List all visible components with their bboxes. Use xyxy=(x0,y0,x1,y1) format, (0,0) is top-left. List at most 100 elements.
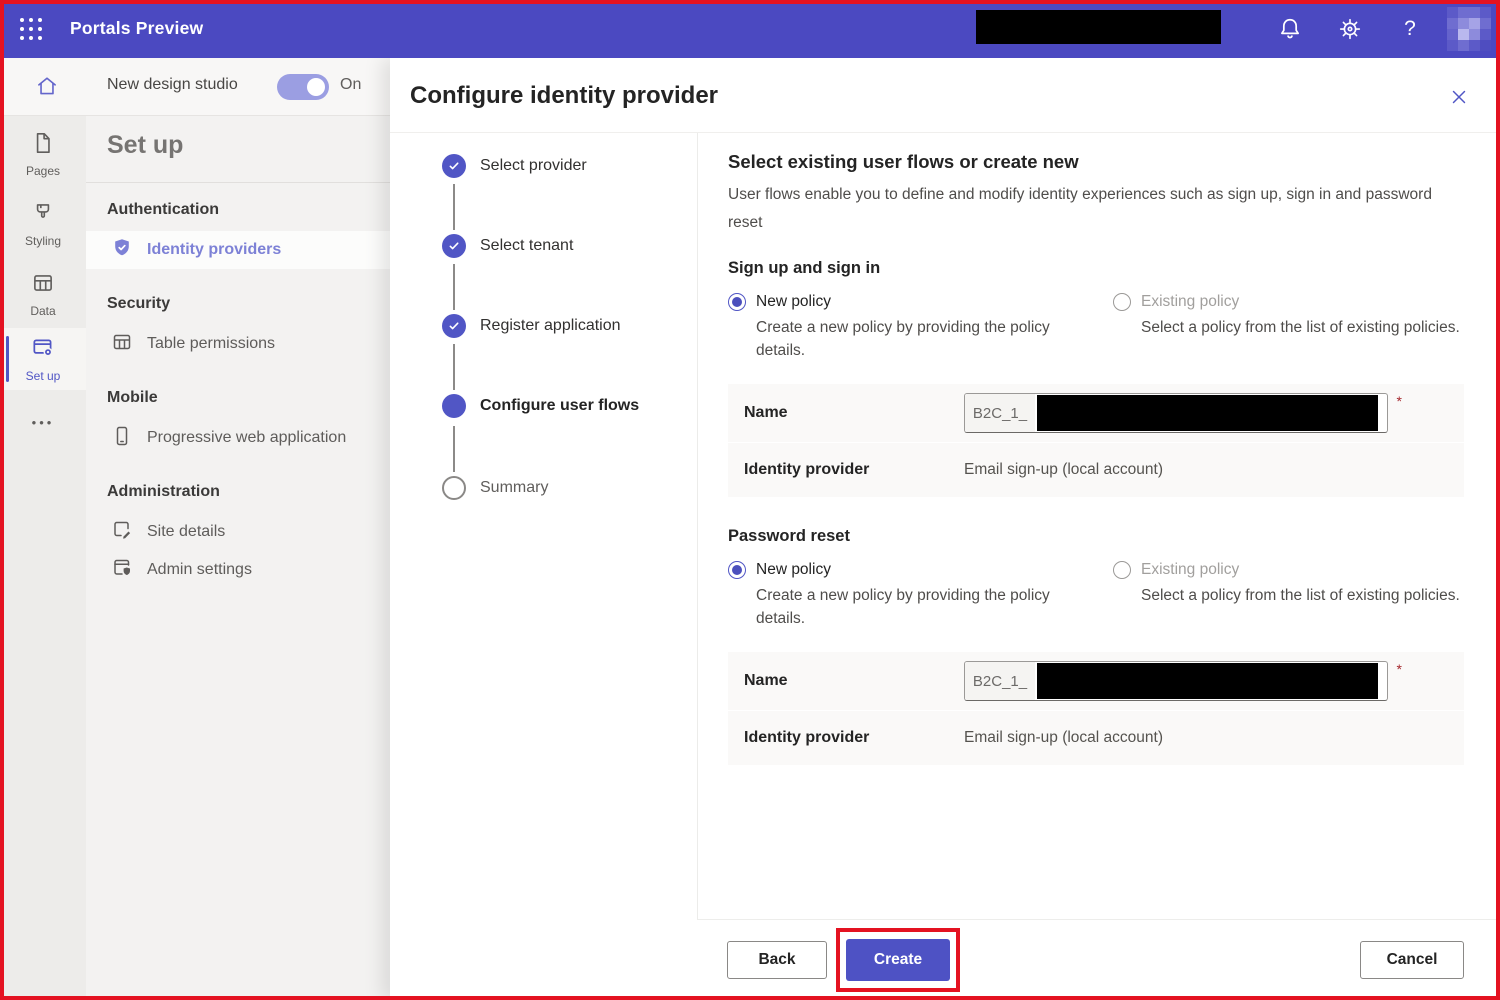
section-header-mobile: Mobile xyxy=(86,363,390,419)
radio-option-existing-policy: Existing policy Select a policy from the… xyxy=(1113,293,1464,362)
radio-description: Select a policy from the list of existin… xyxy=(1141,584,1464,607)
close-icon[interactable] xyxy=(1448,86,1470,108)
waffle-menu-icon[interactable] xyxy=(16,14,46,44)
back-button[interactable]: Back xyxy=(727,941,827,979)
notifications-bell-icon[interactable] xyxy=(1275,14,1305,44)
step-upcoming-circle xyxy=(442,476,466,500)
left-rail: Pages Styling Data xyxy=(0,115,86,1000)
step-label: Select tenant xyxy=(480,237,573,255)
dialog-title: Configure identity provider xyxy=(410,82,718,110)
redacted-policy-name xyxy=(1037,663,1378,699)
required-asterisk: * xyxy=(1397,661,1402,677)
group-title-sign-up-sign-in: Sign up and sign in xyxy=(728,259,1464,278)
radio-existing-policy[interactable] xyxy=(1113,561,1131,579)
section-header-security: Security xyxy=(86,269,390,325)
step-connector xyxy=(453,426,455,472)
setup-sidebar: Set up Authentication Identity providers… xyxy=(86,115,390,1000)
sidebar-item-label: Progressive web application xyxy=(147,429,346,447)
sidebar-item-progressive-web-application[interactable]: Progressive web application xyxy=(86,419,390,457)
step-label: Configure user flows xyxy=(480,397,639,415)
radio-option-existing-policy: Existing policy Select a policy from the… xyxy=(1113,561,1464,630)
paintbrush-icon xyxy=(30,200,56,231)
required-asterisk: * xyxy=(1397,393,1402,409)
toggle-state-label: On xyxy=(340,76,361,94)
sidebar-item-site-details[interactable]: Site details xyxy=(86,513,390,551)
page-shield-icon xyxy=(110,556,134,585)
policy-name-input[interactable]: B2C_1_ * xyxy=(964,393,1388,433)
app-window: Portals Preview ? xyxy=(0,0,1500,1000)
redacted-environment-box xyxy=(976,10,1221,44)
rail-more-icon[interactable]: ••• xyxy=(0,415,86,430)
radio-new-policy[interactable] xyxy=(728,293,746,311)
annotation-highlight-box: Create xyxy=(836,928,960,992)
dialog-header: Configure identity provider xyxy=(390,58,1500,133)
identity-provider-label: Identity provider xyxy=(744,729,964,747)
radio-description: Create a new policy by providing the pol… xyxy=(756,584,1096,630)
wizard-stepper: Select provider Select tenant Register a… xyxy=(390,133,698,1000)
radio-option-new-policy: New policy Create a new policy by provid… xyxy=(728,293,1113,362)
identity-provider-label: Identity provider xyxy=(744,461,964,479)
browser-gear-icon xyxy=(30,335,56,366)
name-field-label: Name xyxy=(744,404,964,422)
app-title: Portals Preview xyxy=(70,18,203,39)
rail-item-styling[interactable]: Styling xyxy=(0,193,86,255)
sidebar-item-identity-providers[interactable]: Identity providers xyxy=(86,231,390,269)
step-connector xyxy=(453,344,455,390)
step-summary: Summary xyxy=(442,476,548,500)
dialog-content: Select existing user flows or create new… xyxy=(698,133,1500,920)
rail-item-data[interactable]: Data xyxy=(0,263,86,325)
radio-new-policy[interactable] xyxy=(728,561,746,579)
step-label: Summary xyxy=(480,479,548,497)
sidebar-item-table-permissions[interactable]: Table permissions xyxy=(86,325,390,363)
cancel-button[interactable]: Cancel xyxy=(1360,941,1464,979)
content-description: User flows enable you to define and modi… xyxy=(728,181,1464,237)
step-connector xyxy=(453,264,455,310)
step-label: Register application xyxy=(480,317,621,335)
new-design-studio-label: New design studio xyxy=(107,76,238,94)
sidebar-item-label: Site details xyxy=(147,523,225,541)
rail-item-pages[interactable]: Pages xyxy=(0,123,86,185)
dialog-footer: Back Create Cancel xyxy=(697,919,1500,1000)
home-icon[interactable] xyxy=(31,70,63,102)
create-button[interactable]: Create xyxy=(846,939,950,981)
step-current-dot xyxy=(442,394,466,418)
policy-name-input[interactable]: B2C_1_ * xyxy=(964,661,1388,701)
rail-item-label: Data xyxy=(30,304,55,318)
rail-item-setup[interactable]: Set up xyxy=(0,328,86,390)
radio-existing-policy[interactable] xyxy=(1113,293,1131,311)
redacted-policy-name xyxy=(1037,395,1378,431)
name-prefix: B2C_1_ xyxy=(965,394,1035,432)
content-heading: Select existing user flows or create new xyxy=(728,151,1464,173)
identity-provider-value: Email sign-up (local account) xyxy=(964,729,1448,747)
top-app-bar: Portals Preview ? xyxy=(0,0,1500,58)
step-select-provider: Select provider xyxy=(442,154,587,178)
avatar[interactable] xyxy=(1447,7,1491,51)
phone-icon xyxy=(110,424,134,453)
help-icon[interactable]: ? xyxy=(1395,14,1425,44)
radio-label: New policy xyxy=(756,561,831,579)
design-studio-toggle[interactable] xyxy=(277,74,329,100)
radio-label: Existing policy xyxy=(1141,293,1239,311)
signup-policy-panel: Name B2C_1_ * Identity provider Email si… xyxy=(728,384,1464,497)
step-complete-check-icon xyxy=(442,234,466,258)
identity-provider-value: Email sign-up (local account) xyxy=(964,461,1448,479)
password-reset-policy-panel: Name B2C_1_ * Identity provider Email si… xyxy=(728,652,1464,765)
sidebar-item-label: Admin settings xyxy=(147,561,252,579)
step-select-tenant: Select tenant xyxy=(442,234,573,258)
step-connector xyxy=(453,184,455,230)
radio-description: Create a new policy by providing the pol… xyxy=(756,316,1096,362)
step-complete-check-icon xyxy=(442,314,466,338)
rail-item-label: Styling xyxy=(25,234,61,248)
rail-item-label: Pages xyxy=(26,164,60,178)
step-complete-check-icon xyxy=(442,154,466,178)
step-label: Select provider xyxy=(480,157,587,175)
settings-gear-icon[interactable] xyxy=(1335,14,1365,44)
section-header-authentication: Authentication xyxy=(86,183,390,231)
page-edit-icon xyxy=(110,518,134,547)
group-title-password-reset: Password reset xyxy=(728,527,1464,546)
sidebar-item-admin-settings[interactable]: Admin settings xyxy=(86,551,390,589)
step-register-application: Register application xyxy=(442,314,621,338)
sidebar-item-label: Identity providers xyxy=(147,241,281,259)
policy-radio-group: New policy Create a new policy by provid… xyxy=(728,561,1464,630)
radio-description: Select a policy from the list of existin… xyxy=(1141,316,1464,339)
